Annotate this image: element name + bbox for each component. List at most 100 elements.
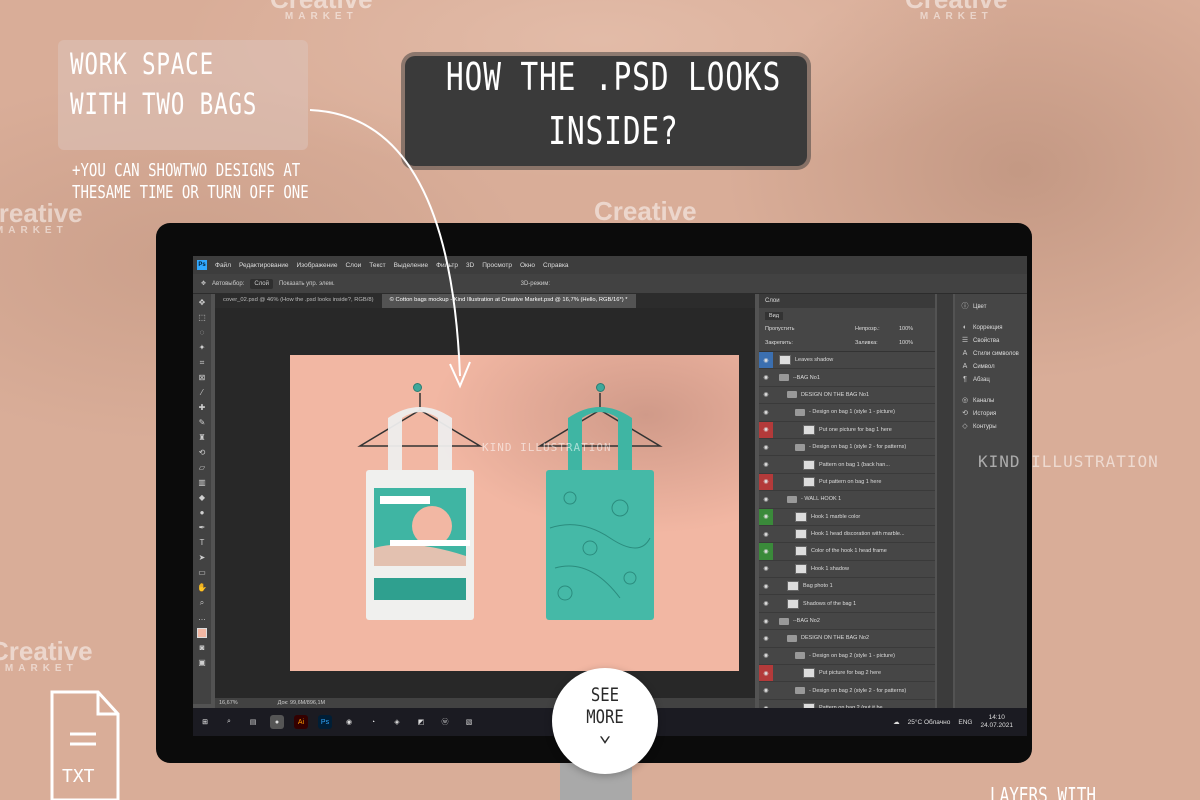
visibility-eye-icon[interactable]: ◉	[759, 682, 773, 698]
visibility-eye-icon[interactable]: ◉	[759, 526, 773, 542]
layer-row[interactable]: ◉ --BAG No1	[759, 369, 935, 387]
layer-row[interactable]: ◉ Shadows of the bag 1	[759, 595, 935, 613]
layer-row[interactable]: ◉ --BAG No2	[759, 613, 935, 631]
magic-wand-icon[interactable]: ✦	[197, 343, 207, 353]
taskview-icon[interactable]: ▤	[246, 715, 260, 729]
layer-row[interactable]: ◉ - Design on bag 2 (style 2 - for patter…	[759, 682, 935, 700]
crop-icon[interactable]: ⌗	[197, 358, 207, 368]
canvas-area[interactable]: KIND ILLUSTRATION	[215, 308, 755, 698]
photoshop-icon[interactable]: Ps	[318, 715, 332, 729]
visibility-eye-icon[interactable]: ◉	[759, 648, 773, 664]
visibility-eye-icon[interactable]: ◉	[759, 352, 773, 369]
menu-item[interactable]: Справка	[543, 262, 569, 269]
visibility-eye-icon[interactable]: ◉	[759, 404, 773, 420]
quickmask-icon[interactable]: ◙	[197, 643, 207, 653]
opacity-field[interactable]: 100%	[899, 326, 913, 332]
pen-icon[interactable]: ✒	[197, 523, 207, 533]
fill-field[interactable]: 100%	[899, 340, 913, 346]
marquee-icon[interactable]: ⬚	[197, 313, 207, 323]
layer-row[interactable]: ◉ Color of the hook 1 head frame	[759, 543, 935, 561]
layer-row[interactable]: ◉ - Design on bag 1 (style 2 - for patter…	[759, 439, 935, 457]
visibility-eye-icon[interactable]: ◉	[759, 578, 773, 594]
weather-text[interactable]: 25°C Облачно	[908, 719, 951, 726]
color-swatch-icon[interactable]	[197, 628, 207, 638]
autoselect-select[interactable]: Слой	[250, 278, 273, 289]
app3-icon[interactable]: ◩	[414, 715, 428, 729]
app5-icon[interactable]: ▧	[462, 715, 476, 729]
blur-icon[interactable]: ◆	[197, 493, 207, 503]
layer-row[interactable]: ◉ - WALL HOOK 1	[759, 491, 935, 509]
illustrator-icon[interactable]: Ai	[294, 715, 308, 729]
panel-char-styles[interactable]: A Стили символов	[955, 347, 1027, 360]
more-tools-icon[interactable]: …	[197, 613, 207, 623]
move-icon[interactable]: ✥	[197, 298, 207, 308]
zoom-icon[interactable]: ⌕	[197, 598, 207, 608]
status-zoom[interactable]: 16,67%	[219, 698, 238, 708]
app-icon[interactable]: ●	[270, 715, 284, 729]
visibility-eye-icon[interactable]: ◉	[759, 456, 773, 472]
visibility-eye-icon[interactable]: ◉	[759, 439, 773, 455]
app4-icon[interactable]: ⓦ	[438, 715, 452, 729]
menu-item[interactable]: Редактирование	[239, 262, 289, 269]
history-brush-icon[interactable]: ⟲	[197, 448, 207, 458]
visibility-eye-icon[interactable]: ◉	[759, 421, 773, 438]
layer-row[interactable]: ◉ Put picture for bag 2 here	[759, 665, 935, 683]
hand-icon[interactable]: ✋	[197, 583, 207, 593]
windows-start-icon[interactable]: ⊞	[198, 715, 212, 729]
panel-properties[interactable]: ☰ Свойства	[955, 334, 1027, 347]
visibility-eye-icon[interactable]: ◉	[759, 561, 773, 577]
visibility-eye-icon[interactable]: ◉	[759, 630, 773, 646]
layer-row[interactable]: ◉ DESIGN ON THE BAG No2	[759, 630, 935, 648]
eyedropper-icon[interactable]: ⁄	[197, 388, 207, 398]
layer-row[interactable]: ◉ Leaves shadow	[759, 352, 935, 370]
panel-channels[interactable]: ◎ Каналы	[955, 394, 1027, 407]
layer-row[interactable]: ◉ Hook 1 marble color	[759, 508, 935, 526]
menu-item[interactable]: Файл	[215, 262, 231, 269]
gradient-icon[interactable]: ▥	[197, 478, 207, 488]
see-more-button[interactable]: SEE MORE ⌄	[552, 668, 658, 774]
visibility-eye-icon[interactable]: ◉	[759, 543, 773, 560]
menu-item[interactable]: Окно	[520, 262, 535, 269]
visibility-eye-icon[interactable]: ◉	[759, 387, 773, 403]
visibility-eye-icon[interactable]: ◉	[759, 491, 773, 507]
path-select-icon[interactable]: ➤	[197, 553, 207, 563]
eraser-icon[interactable]: ▱	[197, 463, 207, 473]
lasso-icon[interactable]: ◌	[197, 328, 207, 338]
clock[interactable]: 14:10 24.07.2021	[980, 714, 1013, 730]
layer-row[interactable]: ◉ - Design on bag 1 (style 1 - picture)	[759, 404, 935, 422]
lang-indicator[interactable]: ENG	[958, 719, 972, 726]
type-icon[interactable]: T	[197, 538, 207, 548]
panel-correction[interactable]: ◐ Коррекция	[955, 321, 1027, 334]
move-tool-icon[interactable]: ✥	[201, 280, 206, 287]
layer-row[interactable]: ◉ Pattern on bag 1 (back han...	[759, 456, 935, 474]
panel-info[interactable]: ⓘ Цвет	[955, 300, 1027, 313]
search-icon[interactable]: ⌕	[222, 715, 236, 729]
frame-icon[interactable]: ⊠	[197, 373, 207, 383]
layer-row[interactable]: ◉ Hook 1 shadow	[759, 561, 935, 579]
layer-row[interactable]: ◉ Put one picture for bag 1 here	[759, 421, 935, 439]
stamp-icon[interactable]: ♜	[197, 433, 207, 443]
menu-item[interactable]: Просмотр	[482, 262, 512, 269]
layer-filter-select[interactable]: Вид	[765, 312, 783, 320]
panel-paragraph[interactable]: ¶ Абзац	[955, 373, 1027, 386]
healing-icon[interactable]: ✚	[197, 403, 207, 413]
layer-row[interactable]: ◉ - Design on bag 2 (style 1 - picture)	[759, 648, 935, 666]
app2-icon[interactable]: ◈	[390, 715, 404, 729]
chrome-icon[interactable]: ◉	[342, 715, 356, 729]
layer-row[interactable]: ◉ Bag photo 1	[759, 578, 935, 596]
visibility-eye-icon[interactable]: ◉	[759, 665, 773, 682]
screen-mode-icon[interactable]: ▣	[197, 658, 207, 668]
layers-title[interactable]: Слои	[759, 294, 935, 308]
brush-icon[interactable]: ✎	[197, 418, 207, 428]
shape-icon[interactable]: ▭	[197, 568, 207, 578]
visibility-eye-icon[interactable]: ◉	[759, 613, 773, 629]
panel-paths[interactable]: ◇ Контуры	[955, 420, 1027, 433]
layer-row[interactable]: ◉ Put pattern on bag 1 here	[759, 473, 935, 492]
visibility-eye-icon[interactable]: ◉	[759, 369, 773, 385]
layer-row[interactable]: ◉ DESIGN ON THE BAG No1	[759, 387, 935, 405]
visibility-eye-icon[interactable]: ◉	[759, 595, 773, 611]
visibility-eye-icon[interactable]: ◉	[759, 508, 773, 525]
panel-history[interactable]: ⟲ История	[955, 407, 1027, 420]
visibility-eye-icon[interactable]: ◉	[759, 473, 773, 491]
layer-row[interactable]: ◉ Hook 1 head discoration with marble...	[759, 526, 935, 544]
